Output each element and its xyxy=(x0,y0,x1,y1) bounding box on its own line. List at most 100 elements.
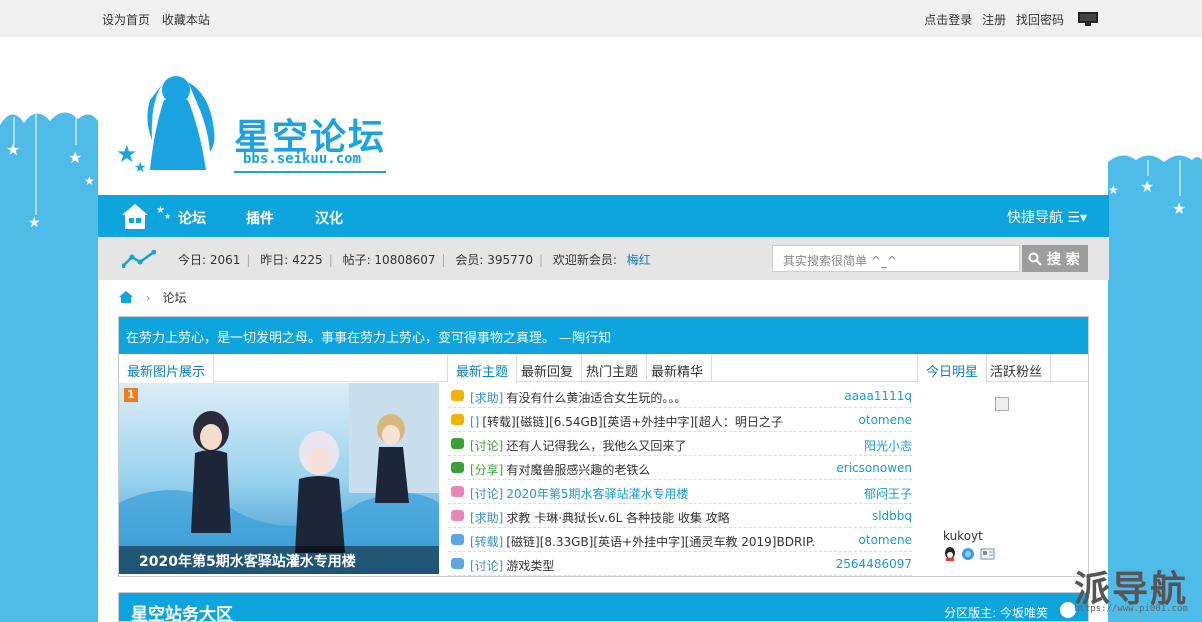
thread-row[interactable]: [] [转载][磁链][6.54GB][英语+外挂中字][超人：明日之子 otome… xyxy=(448,408,912,432)
thread-category[interactable]: [讨论] xyxy=(470,559,503,573)
search-button-label: 搜 索 xyxy=(1046,252,1080,268)
thread-title[interactable]: [转载] [磁链][8.33GB][英语+外挂中字][通灵车教 2019]BDRI… xyxy=(470,533,815,550)
thread-title[interactable]: [讨论] 2020年第5期水客驿站灌水专用楼 xyxy=(470,485,689,502)
thread-type-icon xyxy=(451,558,464,569)
section-title[interactable]: 星空站务大区 xyxy=(131,600,233,622)
today-star-panel: kukoyt xyxy=(919,383,1089,576)
recover-password-link[interactable]: 找回密码 xyxy=(1016,13,1064,27)
thread-row[interactable]: [求助] 有没有什么黄油适合女生玩的。。。 aaaa1111q xyxy=(448,384,912,408)
thread-author[interactable]: 郁闷王子 xyxy=(864,485,912,502)
thread-row[interactable]: [讨论] 游戏类型 2564486097 xyxy=(448,552,912,576)
monitor-icon[interactable] xyxy=(1078,12,1098,26)
star-contact-icons xyxy=(943,547,995,561)
main-nav: ★ ★ 论坛 插件 汉化 快捷导航 ☰▾ xyxy=(98,195,1109,237)
quote-banner: 在劳力上劳心，是一切发明之母。事事在劳力上劳心，变可得事物之真理。 —陶行知 xyxy=(119,317,1088,354)
thread-row[interactable]: [求助] 求教 卡琳·典狱长v.6L 各种技能 收集 攻略 sldbbq xyxy=(448,504,912,528)
svg-text:★: ★ xyxy=(134,160,147,176)
quick-nav-menu[interactable]: 快捷导航 ☰▾ xyxy=(1007,207,1087,227)
stat-members: 会员: 395770 xyxy=(455,253,534,267)
sparkle-icon: ★ ★ xyxy=(156,205,171,221)
thread-title-text[interactable]: 2020年第5期水客驿站灌水专用楼 xyxy=(506,487,688,501)
thread-type-icon xyxy=(451,438,464,449)
featured-picture[interactable]: 1 2020年第5期水客驿站灌水专用楼 xyxy=(119,383,439,574)
thread-category[interactable]: [求助] xyxy=(470,511,503,525)
star-tabs: 今日明星 活跃粉丝 xyxy=(917,354,1088,383)
new-member-link[interactable]: 梅红 xyxy=(627,253,651,267)
watermark-url: https://www.pi001.com xyxy=(1074,604,1188,614)
thread-type-icon xyxy=(451,390,464,401)
thread-title-text[interactable]: 求教 卡琳·典狱长v.6L 各种技能 收集 攻略 xyxy=(506,511,729,525)
thread-category[interactable]: [讨论] xyxy=(470,439,503,453)
thread-row[interactable]: [讨论] 2020年第5期水客驿站灌水专用楼 郁闷王子 xyxy=(448,480,912,504)
thread-category[interactable]: [求助] xyxy=(470,391,503,405)
globe-icon[interactable] xyxy=(962,548,974,560)
picture-tabs: 最新图片展示 xyxy=(119,354,447,383)
picture-caption[interactable]: 2020年第5期水客驿站灌水专用楼 xyxy=(119,546,439,574)
thread-author[interactable]: aaaa1111q xyxy=(844,389,912,403)
section-moderator[interactable]: 分区版主: 今坂唯笑 xyxy=(944,604,1048,621)
thread-type-icon xyxy=(451,486,464,497)
thread-type-icon xyxy=(451,462,464,473)
thread-category[interactable]: [分享] xyxy=(470,463,503,477)
thread-title-text[interactable]: 还有人记得我么，我他么又回来了 xyxy=(506,439,686,453)
thread-title[interactable]: [分享] 有对魔兽服感兴趣的老铁么 xyxy=(470,461,650,478)
nav-item-localization[interactable]: 汉化 xyxy=(315,208,343,228)
tab-latest-digest[interactable]: 最新精华 xyxy=(643,354,713,382)
home-icon[interactable] xyxy=(120,201,150,231)
set-home-link[interactable]: 设为首页 xyxy=(102,13,150,27)
thread-author[interactable]: otomene xyxy=(859,533,912,547)
star-username[interactable]: kukoyt xyxy=(943,529,983,543)
stat-posts: 帖子: 10808607 xyxy=(342,253,436,267)
thread-title[interactable]: [求助] 求教 卡琳·典狱长v.6L 各种技能 收集 攻略 xyxy=(470,509,730,526)
thread-title-text[interactable]: 游戏类型 xyxy=(506,559,554,573)
sky-decoration-left: ★ ★ ★ ★ xyxy=(0,105,98,622)
tab-active-fans[interactable]: 活跃粉丝 xyxy=(982,354,1052,382)
watermark: 派导航 https://www.pi001.com xyxy=(1066,560,1198,618)
trend-icon xyxy=(122,250,156,268)
profile-card-icon[interactable] xyxy=(980,548,995,560)
thread-title[interactable]: [求助] 有没有什么黄油适合女生玩的。。。 xyxy=(470,389,686,406)
svg-text:★: ★ xyxy=(1108,183,1119,197)
register-link[interactable]: 注册 xyxy=(982,13,1006,27)
search-icon xyxy=(1028,252,1042,266)
thread-title-text[interactable]: 有对魔兽服感兴趣的老铁么 xyxy=(506,463,650,477)
stats-bar: 今日: 2061 | 昨日: 4225 | 帖子: 10808607 | 会员: 39… xyxy=(98,237,1109,280)
thread-title[interactable]: [] [转载][磁链][6.54GB][英语+外挂中字][超人：明日之子 xyxy=(470,413,783,430)
thread-type-icon xyxy=(451,534,464,545)
home-icon[interactable] xyxy=(118,290,134,304)
nav-item-forum[interactable]: 论坛 xyxy=(178,208,206,228)
thread-row[interactable]: [讨论] 还有人记得我么，我他么又回来了 阳光小志 xyxy=(448,432,912,456)
thread-author[interactable]: otomene xyxy=(859,413,912,427)
thread-category[interactable]: [] xyxy=(470,415,479,429)
thread-title[interactable]: [讨论] 游戏类型 xyxy=(470,557,554,574)
thread-title[interactable]: [讨论] 还有人记得我么，我他么又回来了 xyxy=(470,437,686,454)
thread-author[interactable]: sldbbq xyxy=(872,509,912,523)
stat-welcome-label: 欢迎新会员: xyxy=(552,253,617,267)
nav-item-plugins[interactable]: 插件 xyxy=(246,208,274,228)
thread-row[interactable]: [分享] 有对魔兽服感兴趣的老铁么 ericsonowen xyxy=(448,456,912,480)
tab-today-star[interactable]: 今日明星 xyxy=(918,354,988,383)
breadcrumb-current[interactable]: 论坛 xyxy=(162,291,186,305)
search-button[interactable]: 搜 索 xyxy=(1022,245,1088,272)
bookmark-link[interactable]: 收藏本站 xyxy=(162,13,210,27)
thread-author[interactable]: 2564486097 xyxy=(836,557,912,571)
search-input[interactable]: 其实搜索很简单 ^_^ xyxy=(772,245,1020,272)
tab-hot-threads[interactable]: 热门主题 xyxy=(578,354,648,382)
login-link[interactable]: 点击登录 xyxy=(924,13,972,27)
thread-author[interactable]: 阳光小志 xyxy=(864,437,912,454)
tab-latest-pictures[interactable]: 最新图片展示 xyxy=(119,354,215,383)
tab-latest-threads[interactable]: 最新主题 xyxy=(448,354,518,383)
tab-latest-replies[interactable]: 最新回复 xyxy=(513,354,583,382)
qq-icon[interactable] xyxy=(945,547,955,561)
stat-yesterday: 昨日: 4225 xyxy=(260,253,323,267)
star-avatar[interactable] xyxy=(995,397,1009,411)
thread-type-icon xyxy=(451,510,464,521)
svg-text:★: ★ xyxy=(84,174,95,188)
thread-row[interactable]: [转载] [磁链][8.33GB][英语+外挂中字][通灵车教 2019]BDRI… xyxy=(448,528,912,552)
thread-title-text[interactable]: [磁链][8.33GB][英语+外挂中字][通灵车教 2019]BDRIP. xyxy=(506,535,815,549)
thread-title-text[interactable]: 有没有什么黄油适合女生玩的。。。 xyxy=(506,391,686,405)
thread-title-text[interactable]: [转载][磁链][6.54GB][英语+外挂中字][超人：明日之子 xyxy=(482,415,782,429)
thread-author[interactable]: ericsonowen xyxy=(836,461,912,475)
thread-category[interactable]: [转载] xyxy=(470,535,503,549)
thread-category[interactable]: [讨论] xyxy=(470,487,503,501)
